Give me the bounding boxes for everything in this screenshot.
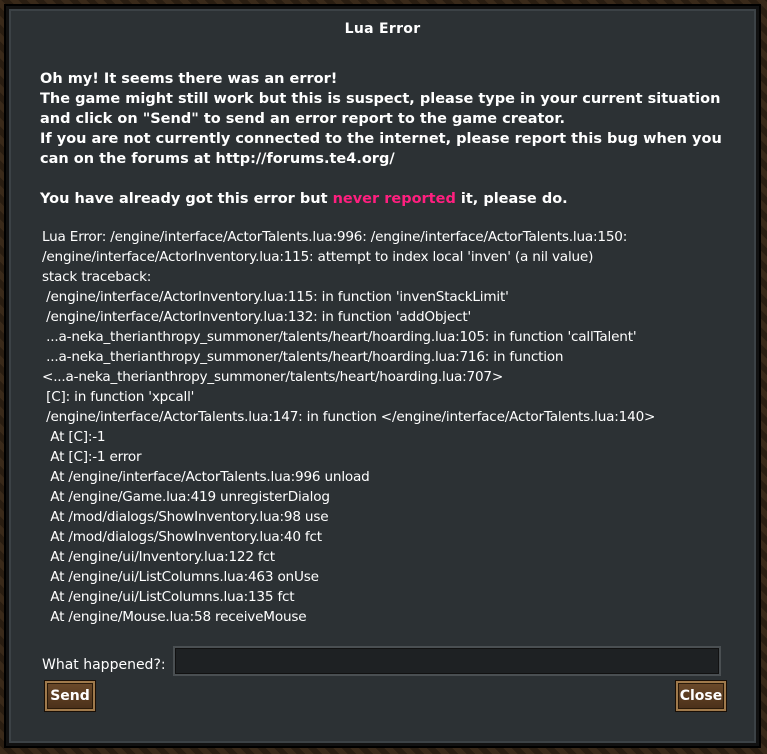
trace-line: At [C]:-1	[42, 429, 106, 445]
trace-line: Lua Error: /engine/interface/ActorTalent…	[42, 229, 628, 245]
stack-trace: Lua Error: /engine/interface/ActorTalent…	[42, 227, 737, 627]
lua-error-dialog: Lua Error Oh my! It seems there was an e…	[6, 6, 759, 746]
trace-line: At /mod/dialogs/ShowInventory.lua:98 use	[42, 509, 329, 525]
message-line: If you are not currently connected to th…	[40, 131, 722, 147]
never-reported-highlight: never reported	[332, 191, 456, 207]
trace-line: At /engine/interface/ActorTalents.lua:99…	[42, 469, 370, 485]
trace-line: ...a-neka_therianthropy_summoner/talents…	[42, 349, 564, 365]
message-line: The game might still work but this is su…	[40, 91, 721, 107]
trace-line: At /engine/Game.lua:419 unregisterDialog	[42, 489, 330, 505]
send-button[interactable]: Send	[45, 681, 95, 711]
trace-line: /engine/interface/ActorInventory.lua:115…	[42, 249, 594, 265]
what-happened-input[interactable]	[173, 646, 721, 676]
dialog-titlebar: Lua Error	[9, 9, 756, 47]
trace-line: stack traceback:	[42, 269, 152, 285]
trace-line: At /engine/ui/ListColumns.lua:135 fct	[42, 589, 295, 605]
error-message: Oh my! It seems there was an error! The …	[40, 69, 730, 209]
trace-line: At [C]:-1 error	[42, 449, 142, 465]
trace-line: /engine/interface/ActorInventory.lua:115…	[42, 289, 509, 305]
message-line: can on the forums at http://forums.te4.o…	[40, 151, 395, 167]
trace-line: ...a-neka_therianthropy_summoner/talents…	[42, 329, 637, 345]
close-button[interactable]: Close	[676, 681, 726, 711]
what-happened-label: What happened?:	[42, 657, 166, 673]
trace-line: At /engine/Mouse.lua:58 receiveMouse	[42, 609, 307, 625]
already-suffix: it, please do.	[455, 191, 568, 207]
trace-line: /engine/interface/ActorTalents.lua:147: …	[42, 409, 656, 425]
trace-line: At /engine/ui/ListColumns.lua:463 onUse	[42, 569, 319, 585]
dialog-title: Lua Error	[344, 21, 421, 37]
trace-line: At /mod/dialogs/ShowInventory.lua:40 fct	[42, 529, 322, 545]
message-line: and click on "Send" to send an error rep…	[40, 111, 565, 127]
trace-line: /engine/interface/ActorInventory.lua:132…	[42, 309, 471, 325]
message-line: Oh my! It seems there was an error!	[40, 71, 338, 87]
trace-line: <...a-neka_therianthropy_summoner/talent…	[42, 369, 504, 385]
trace-line: [C]: in function 'xpcall'	[42, 389, 195, 405]
trace-line: At /engine/ui/Inventory.lua:122 fct	[42, 549, 275, 565]
already-prefix: You have already got this error but	[40, 191, 333, 207]
already-reported-line: You have already got this error but neve…	[40, 189, 730, 209]
